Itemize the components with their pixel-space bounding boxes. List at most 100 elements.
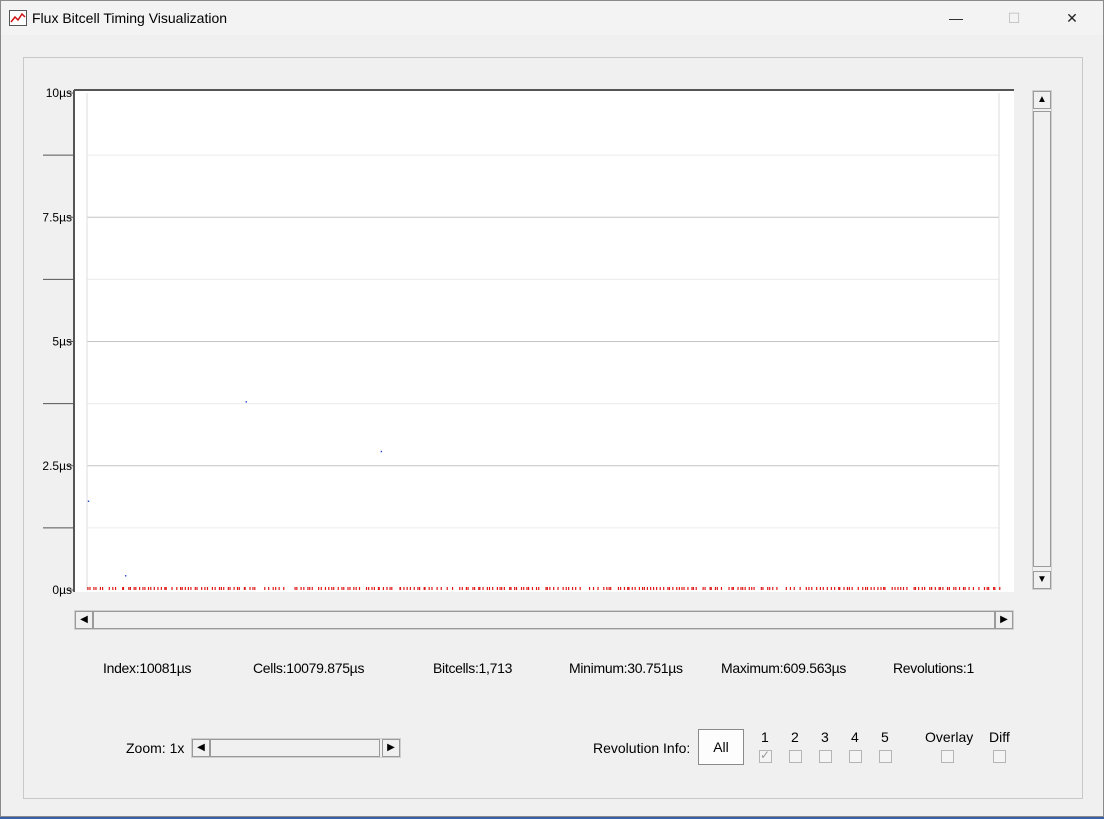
baseline-data-point (424, 587, 426, 590)
baseline-data-point (597, 587, 599, 590)
vertical-scrollbar[interactable]: ▲ ▼ (1032, 90, 1052, 590)
y-tick-label: 0µs (52, 583, 72, 597)
baseline-data-point (628, 587, 630, 590)
baseline-data-point (465, 587, 467, 590)
baseline-data-point (196, 587, 198, 590)
baseline-data-point (953, 587, 955, 590)
rev-1-checkbox[interactable] (759, 748, 772, 763)
horizontal-scroll-thumb[interactable] (93, 611, 995, 629)
baseline-data-point (968, 587, 970, 590)
baseline-data-point (353, 587, 355, 590)
baseline-data-point (988, 587, 990, 590)
baseline-data-point (986, 587, 988, 590)
baseline-data-point (546, 587, 548, 590)
baseline-data-point (767, 587, 769, 590)
baseline-data-point (873, 587, 875, 590)
scroll-up-icon[interactable]: ▲ (1033, 91, 1051, 109)
scroll-left-icon[interactable]: ◀ (75, 611, 93, 629)
zoom-label: Zoom: 1x (126, 740, 185, 756)
rev-4-label: 4 (851, 729, 859, 745)
y-tick-label: 5µs (52, 335, 72, 349)
baseline-data-point (681, 587, 683, 590)
baseline-data-point (702, 587, 704, 590)
baseline-data-point (606, 587, 608, 590)
baseline-data-point (275, 587, 277, 590)
all-button[interactable]: All (698, 729, 744, 765)
baseline-data-point (378, 587, 380, 590)
baseline-data-point (204, 587, 206, 590)
scroll-right-icon[interactable]: ▶ (995, 611, 1013, 629)
baseline-data-point (687, 587, 689, 590)
baseline-data-point (147, 587, 150, 590)
baseline-data-point (608, 587, 610, 590)
baseline-data-point (776, 587, 778, 590)
baseline-data-point (446, 587, 448, 590)
baseline-data-point (451, 587, 454, 590)
baseline-data-point (826, 587, 828, 590)
baseline-data-point (691, 587, 693, 590)
baseline-data-point (296, 587, 298, 590)
baseline-data-point (650, 587, 652, 590)
baseline-data-point (526, 587, 528, 590)
rev-5-checkbox[interactable] (879, 750, 892, 763)
baseline-data-point (171, 587, 173, 590)
baseline-data-point (732, 587, 734, 590)
rev-4-checkbox[interactable] (849, 750, 862, 763)
diff-checkbox[interactable] (993, 750, 1006, 763)
baseline-data-point (389, 587, 391, 590)
baseline-data-point (737, 587, 739, 590)
baseline-data-point (331, 587, 333, 590)
baseline-data-point (227, 587, 229, 590)
baseline-data-point (917, 587, 920, 590)
baseline-data-point (190, 587, 192, 590)
rev-3-checkbox[interactable] (819, 750, 832, 763)
rev-2-checkbox[interactable] (789, 750, 802, 763)
baseline-data-point (283, 587, 285, 590)
baseline-data-point (753, 587, 755, 590)
baseline-data-point (278, 587, 280, 590)
baseline-data-point (906, 587, 908, 590)
zoom-left-icon[interactable]: ◀ (192, 739, 210, 757)
horizontal-scrollbar[interactable]: ◀ ▶ (74, 610, 1014, 630)
baseline-data-point (501, 587, 503, 590)
baseline-data-point (128, 587, 130, 590)
baseline-data-point (568, 587, 570, 590)
baseline-data-point (523, 587, 525, 590)
zoom-right-icon[interactable]: ▶ (382, 739, 400, 757)
baseline-data-point (955, 587, 957, 590)
baseline-data-point (592, 587, 595, 590)
baseline-data-point (948, 587, 950, 590)
baseline-data-point (303, 587, 305, 590)
baseline-data-point (294, 587, 296, 590)
baseline-data-point (368, 587, 370, 590)
baseline-data-point (142, 587, 144, 590)
y-axis-ticks: 10µs 7.5µs 5µs 2.5µs 0µs (42, 86, 74, 597)
baseline-data-point (939, 587, 941, 590)
overlay-checkbox[interactable] (941, 750, 954, 763)
baseline-data-point (223, 587, 225, 590)
baseline-data-point (514, 587, 516, 590)
rev-1-label: 1 (761, 729, 769, 745)
baseline-data-point (870, 587, 872, 590)
baseline-data-point (866, 587, 869, 590)
baseline-data-point (709, 587, 711, 590)
baseline-data-point (386, 587, 388, 590)
baseline-data-point (958, 587, 961, 590)
baseline-data-point (181, 587, 183, 590)
baseline-data-point (467, 587, 469, 590)
zoom-scrollbar[interactable]: ◀ ▶ (191, 738, 401, 758)
baseline-data-point (610, 587, 612, 590)
baseline-data-point (571, 587, 574, 590)
y-tick-label: 7.5µs (42, 210, 72, 224)
vertical-scroll-thumb[interactable] (1033, 111, 1051, 567)
revolution-info-label: Revolution Info: (593, 740, 691, 756)
baseline-data-point (659, 587, 661, 590)
main-window: Flux Bitcell Timing Visualization — ☐ ✕ … (0, 0, 1104, 817)
scroll-down-icon[interactable]: ▼ (1033, 571, 1051, 589)
baseline-data-point (839, 587, 841, 590)
baseline-data-point (588, 587, 591, 590)
baseline-data-point (579, 587, 581, 590)
zoom-thumb[interactable] (210, 739, 380, 757)
baseline-data-point (557, 587, 559, 590)
baseline-data-point (108, 587, 110, 590)
